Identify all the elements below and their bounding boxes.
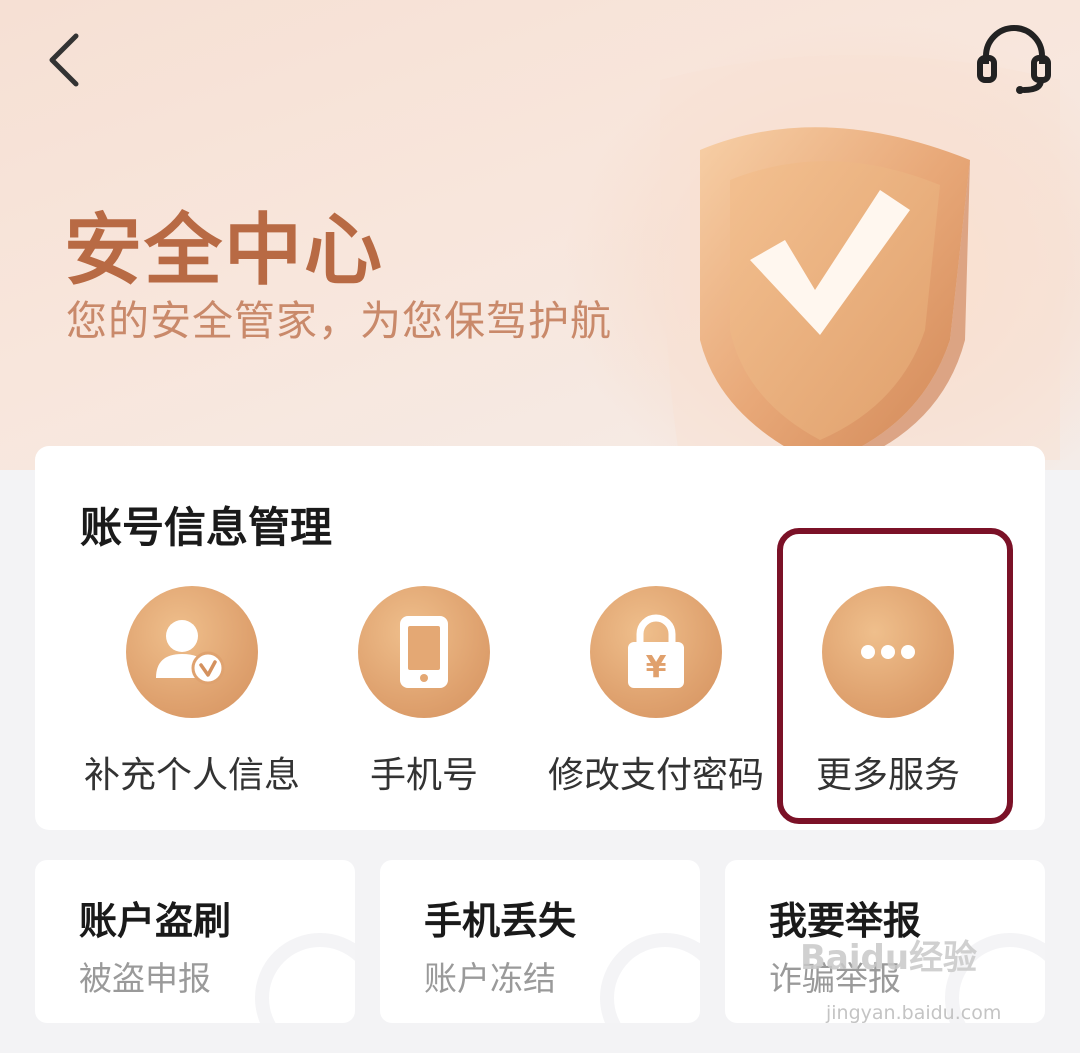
feature-icon-circle [358, 586, 490, 718]
section-title: 账号信息管理 [80, 503, 333, 552]
page-subtitle: 您的安全管家，为您保驾护航 [66, 297, 612, 345]
lock-yuan-icon: ¥ [628, 614, 684, 688]
chevron-left-icon [49, 33, 79, 87]
report-card[interactable]: 我要举报 诈骗举报 [725, 860, 1045, 1023]
feature-label: 手机号 [369, 755, 478, 796]
phone-icon [400, 616, 448, 688]
feature-icon-circle: ¥ [590, 586, 722, 718]
phone-number-button[interactable]: 手机号 [308, 586, 540, 796]
card-decoration [945, 933, 1045, 1023]
supplement-info-button[interactable]: 补充个人信息 [76, 586, 308, 796]
headset-icon [977, 25, 1051, 94]
user-check-icon [156, 620, 225, 685]
card-title: 账户盗刷 [79, 899, 232, 943]
feature-label: 修改支付密码 [547, 755, 764, 796]
card-subtitle: 诈骗举报 [769, 959, 901, 998]
phone-lost-card[interactable]: 手机丢失 账户冻结 [380, 860, 700, 1023]
account-info-card: 账号信息管理 补充个人信息 手机号 ¥ 修改支付密码 更多服务 [35, 446, 1045, 830]
back-button[interactable] [40, 28, 96, 92]
card-subtitle: 账户冻结 [424, 959, 556, 998]
card-subtitle: 被盗申报 [79, 959, 211, 998]
card-title: 手机丢失 [424, 899, 577, 943]
customer-service-button[interactable] [972, 22, 1056, 98]
card-title: 我要举报 [769, 899, 922, 943]
page-title: 安全中心 [64, 206, 385, 296]
feature-icon-circle [126, 586, 258, 718]
account-theft-card[interactable]: 账户盗刷 被盗申报 [35, 860, 355, 1023]
change-pay-password-button[interactable]: ¥ 修改支付密码 [540, 586, 772, 796]
card-decoration [600, 933, 700, 1023]
feature-label: 补充个人信息 [83, 755, 300, 796]
hero-banner: 安全中心 您的安全管家，为您保驾护航 [0, 0, 1080, 470]
card-decoration [255, 933, 355, 1023]
svg-text:¥: ¥ [646, 650, 667, 685]
highlight-box [777, 528, 1013, 824]
shield-check-icon [660, 55, 1060, 470]
